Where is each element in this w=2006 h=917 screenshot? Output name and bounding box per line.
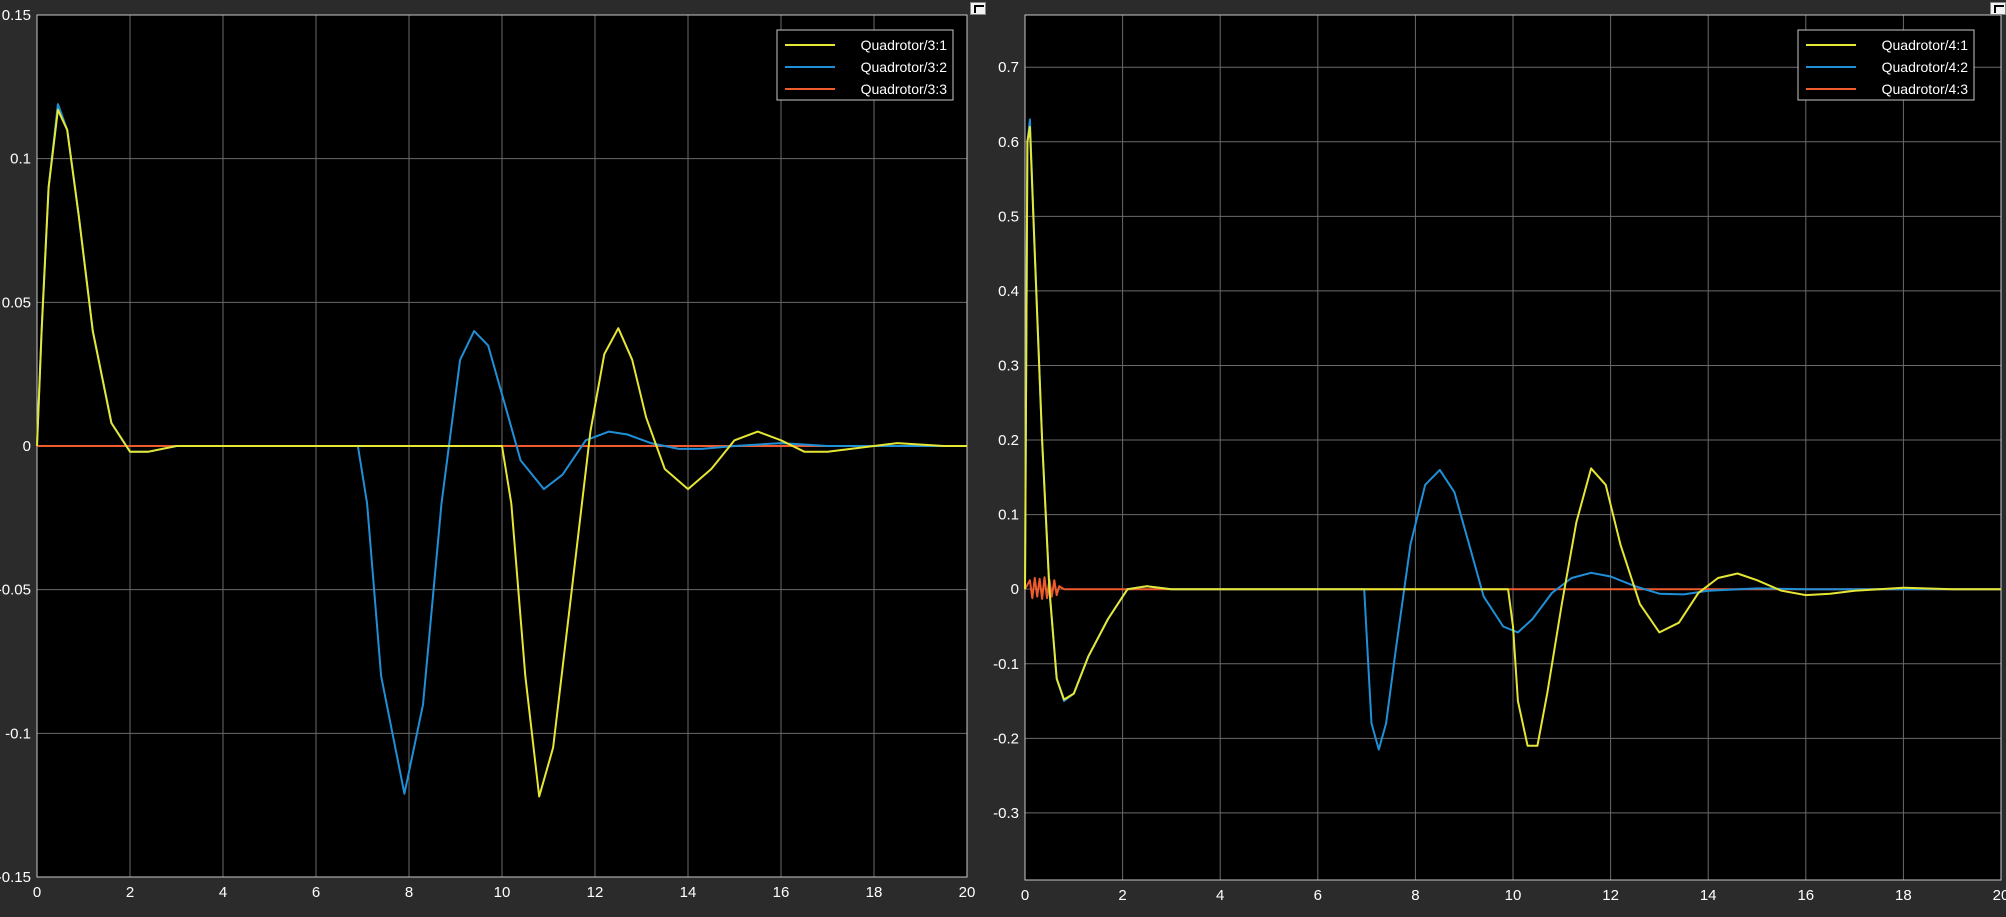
x-tick-label: 0 [1021, 887, 1029, 904]
y-tick-label: -0.15 [0, 869, 31, 886]
y-tick-label: -0.2 [993, 730, 1019, 747]
x-tick-label: 14 [680, 884, 697, 901]
y-tick-label: 0.2 [998, 432, 1019, 449]
x-tick-label: 8 [1411, 887, 1419, 904]
y-tick-label: -0.1 [993, 656, 1019, 673]
y-tick-label: -0.1 [5, 725, 31, 742]
x-tick-label: 2 [1118, 887, 1126, 904]
x-tick-label: 20 [1993, 887, 2006, 904]
legend-entry: Quadrotor/3:3 [861, 81, 948, 97]
x-tick-label: 12 [587, 884, 604, 901]
x-tick-label: 12 [1602, 887, 1619, 904]
y-tick-label: 0 [1011, 581, 1019, 598]
x-tick-label: 10 [1505, 887, 1522, 904]
legend-entry: Quadrotor/3:1 [861, 37, 948, 53]
x-tick-label: 4 [1216, 887, 1224, 904]
y-tick-label: 0.05 [2, 294, 31, 311]
legend: Quadrotor/3:1 Quadrotor/3:2 Quadrotor/3:3 [776, 29, 954, 101]
scope-left: 0 2 4 6 8 10 12 14 16 18 20 -0.15 -0.1 -0.05 0 0.05 0.1 0… [0, 0, 988, 917]
x-tick-label: 16 [1797, 887, 1814, 904]
chart-left: 0 2 4 6 8 10 12 14 16 18 20 -0.15 -0.1 -0.05 0 0.05 0.1 0… [0, 7, 976, 901]
x-tick-label: 6 [312, 884, 320, 901]
y-tick-label: 0.4 [998, 283, 1019, 300]
legend-entry: Quadrotor/4:3 [1882, 81, 1969, 97]
x-tick-label: 8 [405, 884, 413, 901]
x-tick-label: 16 [773, 884, 790, 901]
x-tick-label: 10 [494, 884, 511, 901]
x-tick-label: 14 [1700, 887, 1717, 904]
legend: Quadrotor/4:1 Quadrotor/4:2 Quadrotor/4:3 [1797, 29, 1975, 101]
y-tick-label: 0.1 [998, 507, 1019, 524]
x-tick-label: 6 [1314, 887, 1322, 904]
x-tick-label: 0 [33, 884, 41, 901]
y-tick-label: -0.3 [993, 805, 1019, 822]
x-tick-label: 2 [126, 884, 134, 901]
legend-entry: Quadrotor/4:1 [1882, 37, 1969, 53]
legend-entry: Quadrotor/4:2 [1882, 59, 1969, 75]
x-tick-label: 20 [959, 884, 976, 901]
y-tick-label: 0.3 [998, 357, 1019, 374]
x-tick-label: 18 [1895, 887, 1912, 904]
scope-right: 0 2 4 6 8 10 12 14 16 18 20 -0.3 -0.2 -0.1 0 0.1 0.2 0.3 0… [988, 0, 2006, 917]
legend-entry: Quadrotor/3:2 [861, 59, 948, 75]
undock-icon[interactable] [1990, 2, 2006, 15]
chart-right: 0 2 4 6 8 10 12 14 16 18 20 -0.3 -0.2 -0.1 0 0.1 0.2 0.3 0… [993, 14, 2006, 904]
y-tick-label: 0.15 [2, 7, 31, 24]
y-tick-label: 0 [23, 438, 31, 455]
y-tick-label: 0.6 [998, 134, 1019, 151]
y-tick-label: 0.7 [998, 59, 1019, 76]
x-tick-label: 18 [866, 884, 883, 901]
y-tick-label: -0.05 [0, 582, 31, 599]
y-tick-label: 0.1 [10, 151, 31, 168]
undock-icon[interactable] [970, 2, 986, 15]
x-tick-label: 4 [219, 884, 227, 901]
y-tick-label: 0.5 [998, 208, 1019, 225]
